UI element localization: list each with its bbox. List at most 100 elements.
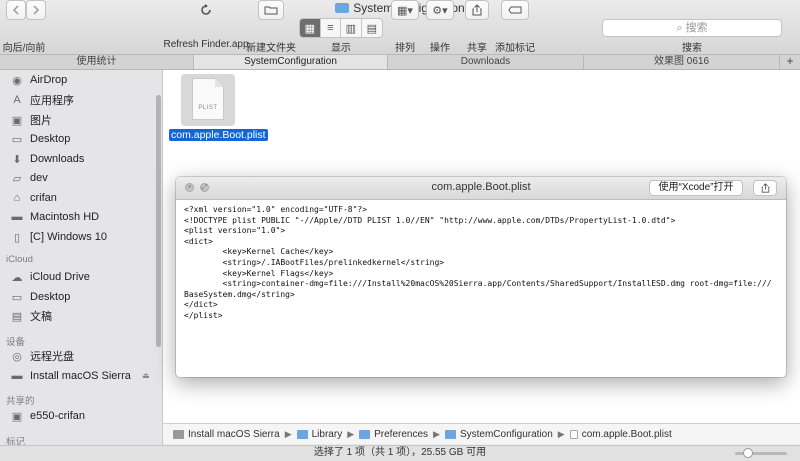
- path-item-boot-plist[interactable]: com.apple.Boot.plist: [569, 429, 672, 440]
- airdrop-icon: ◉: [12, 74, 22, 87]
- sidebar-section-shared: 共享的: [6, 396, 35, 407]
- sidebar-item-icloud-drive[interactable]: ☁ iCloud Drive: [10, 268, 90, 286]
- quicklook-window: × ⤢ com.apple.Boot.plist 使用“Xcode”打开 <?x…: [176, 177, 786, 377]
- path-item-preferences[interactable]: Preferences: [359, 429, 428, 440]
- share-icon: [472, 4, 482, 16]
- chevron-right-icon: ▶: [347, 428, 355, 439]
- sidebar-scrollbar[interactable]: [156, 95, 161, 347]
- share-button[interactable]: [465, 0, 489, 20]
- gallery-view-icon[interactable]: ▤: [362, 19, 382, 37]
- sidebar-item-dev[interactable]: ▱ dev: [10, 169, 48, 187]
- status-bar: 选择了 1 项（共 1 项），25.55 GB 可用: [0, 445, 800, 461]
- document-icon: ▤: [11, 310, 23, 323]
- eject-icon[interactable]: ⏏: [142, 371, 150, 380]
- download-icon: ⬇: [12, 153, 22, 166]
- path-item-install-macos[interactable]: Install macOS Sierra: [173, 429, 280, 440]
- desktop-icon: ▭: [11, 291, 23, 304]
- icon-view-icon[interactable]: ▦: [300, 19, 321, 37]
- sidebar-item-windows-10[interactable]: ▯ [C] Windows 10: [10, 228, 107, 246]
- sidebar-section-devices: 设备: [6, 337, 26, 348]
- sidebar-item-icloud-desktop[interactable]: ▭ Desktop: [10, 288, 71, 306]
- new-folder-icon: [264, 6, 278, 15]
- folder-icon: [335, 3, 350, 13]
- new-folder-button[interactable]: [258, 0, 284, 20]
- sidebar-item-remote-disc[interactable]: ◎ 远程光盘: [10, 347, 74, 365]
- sidebar: ◉ AirDrop A 应用程序 ▣ 图片 ▭ Desktop ⬇ Downloads ▱…: [0, 70, 163, 445]
- arrange-label: 排列: [395, 43, 415, 54]
- gear-icon: ⚙▾: [432, 4, 448, 17]
- sidebar-section-tags: 标记: [6, 437, 26, 445]
- sidebar-item-macintosh-hd[interactable]: ▬ Macintosh HD: [10, 208, 100, 226]
- applications-icon: A: [13, 94, 21, 106]
- home-icon: ⌂: [13, 192, 21, 204]
- cloud-icon: ☁: [11, 271, 23, 284]
- folder-icon: [444, 429, 456, 439]
- new-folder-label: 新建文件夹: [246, 43, 296, 54]
- chevron-right-icon: ▶: [284, 428, 292, 439]
- share-label: 共享: [467, 43, 487, 54]
- back-forward-label: 向后/向前: [2, 43, 46, 54]
- tab-bar: 使用统计 SystemConfiguration Downloads 效果图 0…: [0, 55, 800, 70]
- quicklook-titlebar: × ⤢ com.apple.Boot.plist 使用“Xcode”打开: [176, 177, 786, 200]
- quicklook-share-button[interactable]: [753, 180, 777, 196]
- refresh-icon: [201, 4, 211, 15]
- refresh-button[interactable]: [196, 0, 216, 20]
- sidebar-item-airdrop[interactable]: ◉ AirDrop: [10, 71, 67, 89]
- document-icon: [569, 429, 578, 439]
- sidebar-item-pictures[interactable]: ▣ 图片: [10, 111, 52, 129]
- path-bar: Install macOS Sierra ▶ Library ▶ Prefere…: [163, 423, 800, 444]
- path-item-systemconfiguration[interactable]: SystemConfiguration: [444, 429, 553, 440]
- chevron-right-icon: ▶: [557, 428, 565, 439]
- chevron-right-icon: [33, 5, 40, 15]
- disk-icon: ▬: [11, 211, 23, 223]
- status-text: 选择了 1 项（共 1 项），25.55 GB 可用: [313, 447, 487, 458]
- folder-icon: ▱: [12, 172, 22, 185]
- icon-size-slider[interactable]: [735, 448, 787, 458]
- column-view-icon[interactable]: ▥: [341, 19, 362, 37]
- back-button[interactable]: [6, 0, 26, 20]
- open-with-xcode-button[interactable]: 使用“Xcode”打开: [649, 180, 743, 196]
- disk-icon: [173, 429, 184, 439]
- view-label: 显示: [331, 43, 351, 54]
- share-icon: [761, 183, 770, 193]
- view-segmented-control: ▦ ≡ ▥ ▤: [299, 18, 383, 38]
- new-tab-button[interactable]: +: [780, 55, 800, 69]
- sidebar-item-downloads[interactable]: ⬇ Downloads: [10, 150, 84, 168]
- tab-usage-stats[interactable]: 使用统计: [0, 55, 194, 69]
- sidebar-item-install-macos[interactable]: ▬ Install macOS Sierra: [10, 367, 131, 385]
- slider-knob[interactable]: [743, 448, 753, 458]
- monitor-icon: ▣: [11, 410, 23, 423]
- tab-effect-image[interactable]: 效果图 0616: [584, 55, 780, 69]
- arrange-button[interactable]: ▦▾: [391, 0, 419, 20]
- plist-file-icon: PLIST: [192, 78, 224, 120]
- chevron-right-icon: ▶: [433, 428, 440, 439]
- sidebar-section-icloud: iCloud: [6, 254, 33, 265]
- desktop-icon: ▭: [11, 133, 23, 146]
- action-label: 操作: [430, 43, 450, 54]
- sidebar-item-documents[interactable]: ▤ 文稿: [10, 307, 52, 325]
- search-field[interactable]: ⌕ 搜索: [602, 19, 782, 37]
- plist-content: <?xml version="1.0" encoding="UTF-8"?> <…: [184, 205, 772, 320]
- doc-icon: ▯: [13, 231, 21, 244]
- add-tag-button[interactable]: [501, 0, 529, 20]
- refresh-label: Refresh Finder.app: [163, 39, 249, 50]
- tab-downloads[interactable]: Downloads: [388, 55, 584, 69]
- sidebar-item-desktop[interactable]: ▭ Desktop: [10, 130, 71, 148]
- chevron-left-icon: [12, 5, 19, 15]
- folder-icon: [359, 429, 371, 439]
- sidebar-item-crifan[interactable]: ⌂ crifan: [10, 189, 57, 207]
- arrange-icon: ▦▾: [397, 4, 413, 17]
- folder-icon: [296, 429, 308, 439]
- sidebar-item-e550-crifan[interactable]: ▣ e550-crifan: [10, 407, 85, 425]
- add-tag-label: 添加标记: [495, 43, 535, 54]
- list-view-icon[interactable]: ≡: [321, 19, 342, 37]
- tab-systemconfiguration[interactable]: SystemConfiguration: [194, 55, 388, 69]
- action-button[interactable]: ⚙▾: [426, 0, 454, 20]
- disk-icon: ▬: [11, 370, 23, 382]
- sidebar-item-applications[interactable]: A 应用程序: [10, 91, 74, 109]
- tag-icon: [508, 6, 522, 14]
- forward-button[interactable]: [26, 0, 46, 20]
- path-item-library[interactable]: Library: [296, 429, 342, 440]
- file-name-label: com.apple.Boot.plist: [169, 129, 268, 141]
- disc-icon: ◎: [12, 350, 22, 363]
